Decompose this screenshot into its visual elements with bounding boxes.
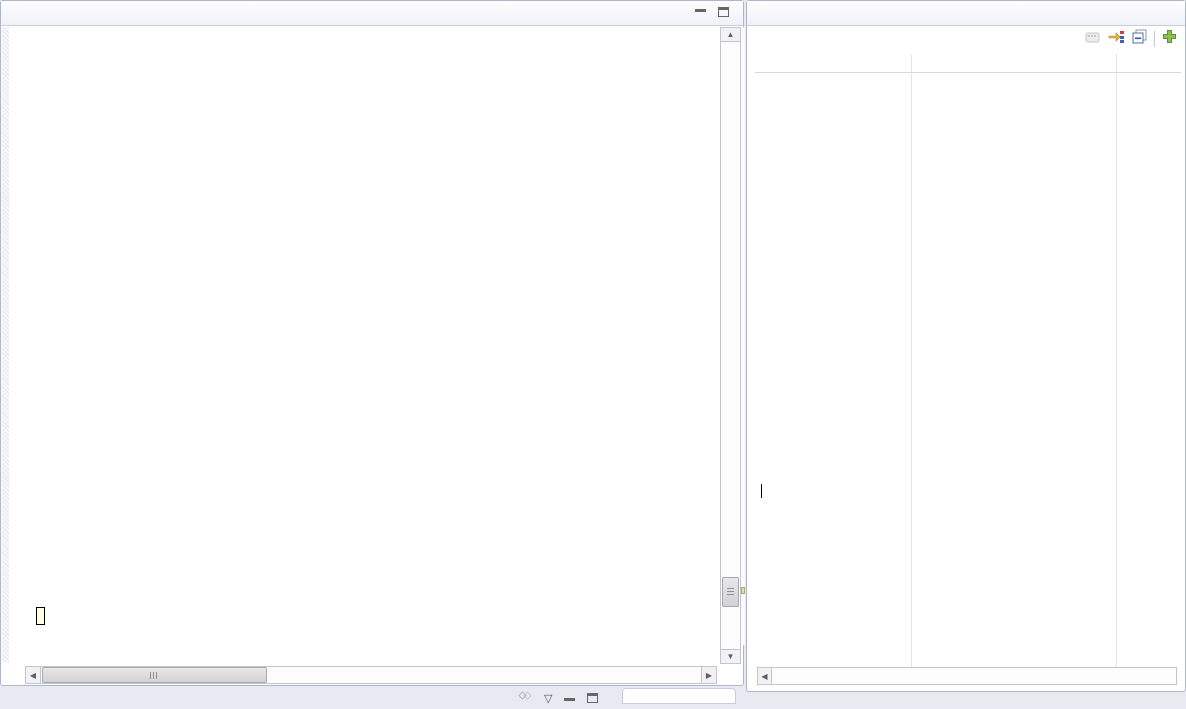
text-caret [761,484,762,498]
scroll-left-arrow-icon[interactable]: ◀ [25,666,41,684]
debug-views-panel: ◀ [746,0,1186,692]
bottom-minimize-icon[interactable] [564,696,575,701]
maximize-icon[interactable] [718,7,729,17]
bottom-maximize-icon[interactable] [587,693,598,703]
overview-annotation-marker [741,587,745,594]
table-header[interactable] [755,54,1181,73]
panel-scroll-left-arrow-icon[interactable]: ◀ [757,667,772,685]
column-divider[interactable] [1116,54,1117,667]
editor-vertical-scrollbar[interactable] [720,27,741,664]
bottom-toolbar: ▽ [518,689,598,707]
vertical-scroll-thumb[interactable] [722,577,739,607]
show-type-names-icon[interactable] [1085,30,1101,48]
editor-tab-bar [1,1,743,26]
editor-panel: ▲ ▼ ◀ ▶ [0,0,744,686]
column-divider[interactable] [911,54,912,667]
expressions-toolbar [1085,28,1177,50]
overview-ruler [741,27,745,645]
scroll-up-arrow-icon[interactable]: ▲ [720,27,741,42]
bottom-panel-stub [622,688,736,704]
code-hover-tooltip [36,607,45,625]
minimize-icon[interactable] [695,7,706,12]
editor-window-buttons [695,7,729,17]
show-logical-structure-icon[interactable] [1108,30,1125,48]
link-with-icon[interactable] [518,689,532,707]
scroll-right-arrow-icon[interactable]: ▶ [701,666,717,684]
add-expression-icon[interactable] [1162,29,1177,49]
panel-horizontal-scrollbar[interactable] [757,667,1177,685]
horizontal-scroll-thumb[interactable] [42,667,267,683]
expressions-table [755,54,1181,667]
collapse-all-icon[interactable] [1132,29,1147,49]
annotation-ruler [2,27,9,663]
debug-view-tab-bar [747,1,1185,26]
code-editor[interactable] [9,31,719,664]
toolbar-separator [1154,31,1155,47]
scroll-down-arrow-icon[interactable]: ▼ [720,649,741,664]
